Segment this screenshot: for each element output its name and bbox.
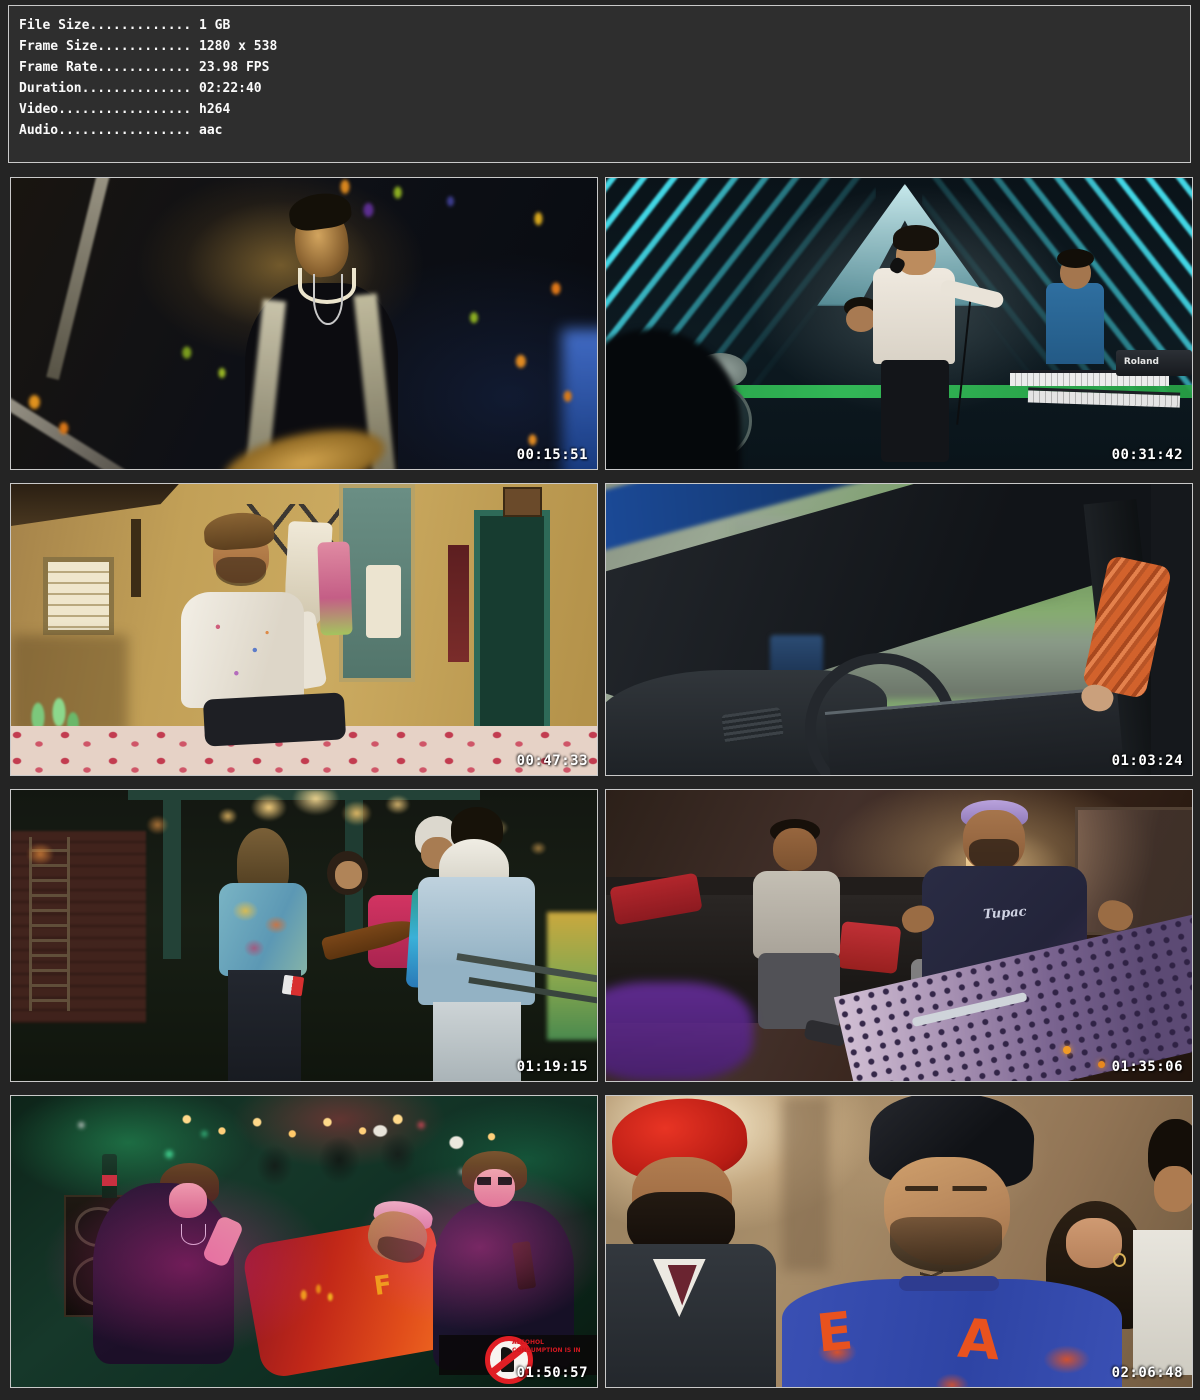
info-value: 23.98 FPS (191, 60, 269, 75)
scene-art (11, 178, 597, 469)
screenshot-thumbnail-2: Roland YAMAHA 00:31:42 (605, 177, 1193, 470)
info-label: Audio (19, 123, 58, 138)
info-row-frame-rate: Frame Rate............23.98 FPS (19, 57, 1190, 78)
timestamp: 01:50:57 (517, 1365, 588, 1381)
sweater-collar (899, 1276, 999, 1291)
scene-art (606, 484, 1192, 775)
hanging-towel (366, 565, 401, 638)
timestamp: 00:47:33 (517, 753, 588, 769)
info-label: Duration (19, 81, 82, 96)
timestamp: 02:06:48 (1112, 1365, 1183, 1381)
scene-art (11, 484, 597, 775)
file-info-panel: File Size.............1 GB Frame Size...… (8, 5, 1191, 163)
keyboardist-hair (1057, 249, 1093, 268)
info-label: Video (19, 102, 58, 117)
scene-art: Roland YAMAHA (606, 178, 1192, 469)
screenshot-thumbnail-8: E A 02:06:48 (605, 1095, 1193, 1388)
singer-pants (881, 360, 948, 462)
guitarist-face (335, 861, 362, 889)
screenshot-thumbnail-5: 01:19:15 (10, 789, 598, 1082)
wood-post (131, 519, 140, 598)
purple-lit-arm (605, 982, 753, 1081)
screenshot-thumbnail-7: F ALCOHOL CONSUMPTION IS IN 01:50:57 (10, 1095, 598, 1388)
info-value: h264 (191, 102, 230, 117)
timestamp: 00:31:42 (1112, 447, 1183, 463)
info-value: 02:22:40 (191, 81, 261, 96)
white-pants (433, 1002, 521, 1081)
screenshot-thumbnail-1: 00:15:51 (10, 177, 598, 470)
dot-leader: ................. (58, 102, 191, 117)
background-pillar (782, 1096, 829, 1271)
screenshot-thumbnail-3: 00:47:33 (10, 483, 598, 776)
keyboardist-blazer (1046, 283, 1105, 364)
gray-sweatshirt (753, 871, 841, 958)
drummer-head (846, 306, 875, 332)
scene-art: E A (606, 1096, 1192, 1387)
confetti-layer (11, 178, 597, 469)
singer-hair (893, 225, 939, 251)
info-row-frame-size: Frame Size............1280 x 538 (19, 36, 1190, 57)
screenshot-thumbnail-6: Tupac 01:35:06 (605, 789, 1193, 1082)
sweater-letter: E (814, 1301, 856, 1364)
dot-leader: ............. (89, 18, 191, 33)
pocket-card (282, 975, 304, 996)
info-label: Frame Rate (19, 60, 97, 75)
dot-leader: ............ (97, 39, 191, 54)
console-orange-light-2 (1098, 1061, 1105, 1068)
seated-man-head (773, 828, 817, 872)
woman-paisley-top (219, 883, 307, 976)
screenshot-thumbnail-4: 01:03:24 (605, 483, 1193, 776)
studio-window (1075, 807, 1193, 935)
timestamp: 01:19:15 (517, 1059, 588, 1075)
sweater-letter: A (955, 1307, 1001, 1373)
info-value: 1280 x 538 (191, 39, 277, 54)
timestamp: 00:15:51 (517, 447, 588, 463)
man-pants (203, 693, 346, 747)
dot-leader: ................. (58, 123, 191, 138)
scene-art: F ALCOHOL CONSUMPTION IS IN (11, 1096, 597, 1387)
wall-picture (503, 487, 542, 517)
eyebrows (905, 1186, 987, 1191)
info-row-file-size: File Size.............1 GB (19, 15, 1190, 36)
synth-module-label: Roland (1116, 350, 1192, 376)
young-man-face (1154, 1166, 1193, 1213)
scene-art (11, 790, 597, 1081)
red-pillow-2 (838, 921, 901, 973)
young-man-white-shirt (1133, 1230, 1193, 1376)
info-row-duration: Duration..............02:22:40 (19, 78, 1190, 99)
timestamp: 01:35:06 (1112, 1059, 1183, 1075)
hanging-cloth-pink (317, 542, 352, 636)
maroon-wall-hanging (448, 545, 469, 661)
page: File Size.............1 GB Frame Size...… (0, 0, 1200, 1400)
seated-man-legs (758, 953, 840, 1029)
statutory-warning-text: ALCOHOL CONSUMPTION IS IN (512, 1339, 594, 1355)
barred-window (43, 557, 113, 636)
info-value: 1 GB (191, 18, 230, 33)
teal-door (474, 510, 550, 737)
info-label: Frame Size (19, 39, 97, 54)
info-row-audio: Audio.................aac (19, 120, 1190, 141)
dot-leader: ............ (97, 60, 191, 75)
timestamp: 01:03:24 (1112, 753, 1183, 769)
info-row-video: Video.................h264 (19, 99, 1190, 120)
man-beard (216, 557, 266, 586)
info-label: File Size (19, 18, 89, 33)
scene-art: Tupac (606, 790, 1192, 1081)
dot-leader: .............. (82, 81, 192, 96)
beanie-man-beard (890, 1217, 1001, 1272)
man-doodle-shirt (181, 592, 304, 708)
info-value: aac (191, 123, 222, 138)
screenshot-grid: 00:15:51 (10, 177, 1193, 1388)
